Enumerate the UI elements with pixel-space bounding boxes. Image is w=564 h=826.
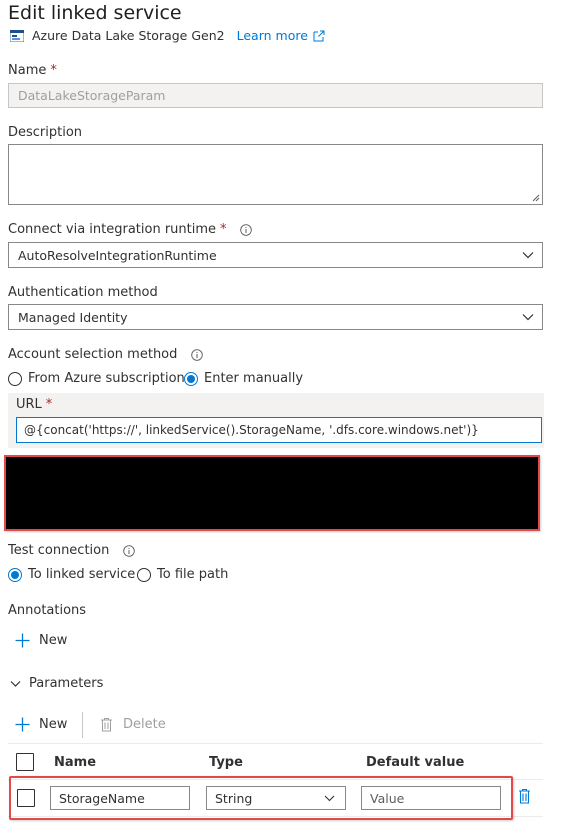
plus-icon <box>15 717 30 732</box>
annotations-label: Annotations <box>8 603 87 618</box>
name-label: Name * <box>8 63 57 78</box>
auth-select-value: Managed Identity <box>18 309 128 325</box>
service-type-label: Azure Data Lake Storage Gen2 <box>32 28 225 43</box>
radio-to-linked-service[interactable]: To linked service <box>8 567 135 582</box>
redacted-area <box>4 455 540 531</box>
trash-icon[interactable] <box>518 788 531 804</box>
url-label: URL * <box>16 397 52 412</box>
column-header-name[interactable]: Name <box>54 755 96 770</box>
account-selection-label-text: Account selection method <box>8 347 178 362</box>
description-textarea[interactable] <box>8 144 543 205</box>
column-header-default-value[interactable]: Default value <box>366 755 464 770</box>
test-connection-label-text: Test connection <box>8 543 110 558</box>
new-label: New <box>39 633 68 648</box>
runtime-select-value: AutoResolveIntegrationRuntime <box>18 247 217 263</box>
radio-from-azure-subscription[interactable]: From Azure subscription <box>8 371 185 386</box>
learn-more-label: Learn more <box>236 28 308 43</box>
select-all-checkbox[interactable] <box>16 753 34 771</box>
parameters-new-button[interactable]: New <box>15 717 67 732</box>
radio-enter-manually[interactable]: Enter manually <box>184 371 303 386</box>
service-type-row: Azure Data Lake Storage Gen2 Learn more <box>10 28 325 43</box>
panel-title: Edit linked service <box>8 2 182 24</box>
learn-more-link[interactable]: Learn more <box>237 28 325 43</box>
required-mark: * <box>45 397 53 412</box>
radio-label: Enter manually <box>204 371 304 386</box>
url-label-text: URL <box>16 397 42 412</box>
runtime-select[interactable]: AutoResolveIntegrationRuntime <box>8 242 543 268</box>
radio-label: To linked service <box>28 567 136 582</box>
parameters-label: Parameters <box>29 676 104 691</box>
toolbar-divider <box>82 712 83 738</box>
parameters-expander[interactable]: Parameters <box>10 676 103 691</box>
info-icon[interactable] <box>239 223 252 236</box>
url-input[interactable]: @{concat('https://', linkedService().Sto… <box>16 417 542 443</box>
auth-label: Authentication method <box>8 285 158 300</box>
radio-button[interactable] <box>184 371 198 386</box>
radio-label: From Azure subscription <box>28 371 185 386</box>
chevron-down-icon <box>522 252 534 259</box>
external-link-icon <box>313 30 325 41</box>
plus-icon <box>15 633 30 648</box>
delete-label: Delete <box>123 717 166 732</box>
runtime-label-text: Connect via integration runtime <box>8 222 217 237</box>
description-label: Description <box>8 125 83 140</box>
chevron-down-icon <box>522 314 534 321</box>
radio-label: To file path <box>157 567 229 582</box>
info-icon[interactable] <box>190 348 203 361</box>
new-label: New <box>39 717 68 732</box>
test-connection-label: Test connection <box>8 543 135 558</box>
data-lake-storage-icon <box>10 29 24 42</box>
chevron-down-icon <box>10 680 21 687</box>
radio-button[interactable] <box>137 567 151 582</box>
annotations-new-button[interactable]: New <box>15 633 67 648</box>
trash-icon <box>101 718 112 732</box>
resize-grip-icon[interactable] <box>532 194 540 202</box>
radio-to-file-path[interactable]: To file path <box>137 567 228 582</box>
row-highlight-box <box>9 776 513 820</box>
required-mark: * <box>220 222 227 237</box>
url-input-value: @{concat('https://', linkedService().Sto… <box>24 423 479 437</box>
name-input-value: DataLakeStorageParam <box>18 88 166 103</box>
runtime-label: Connect via integration runtime * <box>8 222 252 237</box>
column-header-type[interactable]: Type <box>209 755 243 770</box>
radio-button[interactable] <box>8 567 22 582</box>
auth-select[interactable]: Managed Identity <box>8 304 543 330</box>
parameters-delete-button[interactable]: Delete <box>100 717 166 732</box>
radio-button[interactable] <box>8 371 22 386</box>
info-icon[interactable] <box>122 544 135 557</box>
table-top-divider <box>8 743 543 744</box>
name-label-text: Name <box>8 63 47 78</box>
account-selection-label: Account selection method <box>8 347 203 362</box>
name-input[interactable]: DataLakeStorageParam <box>8 83 543 108</box>
required-mark: * <box>50 63 57 78</box>
